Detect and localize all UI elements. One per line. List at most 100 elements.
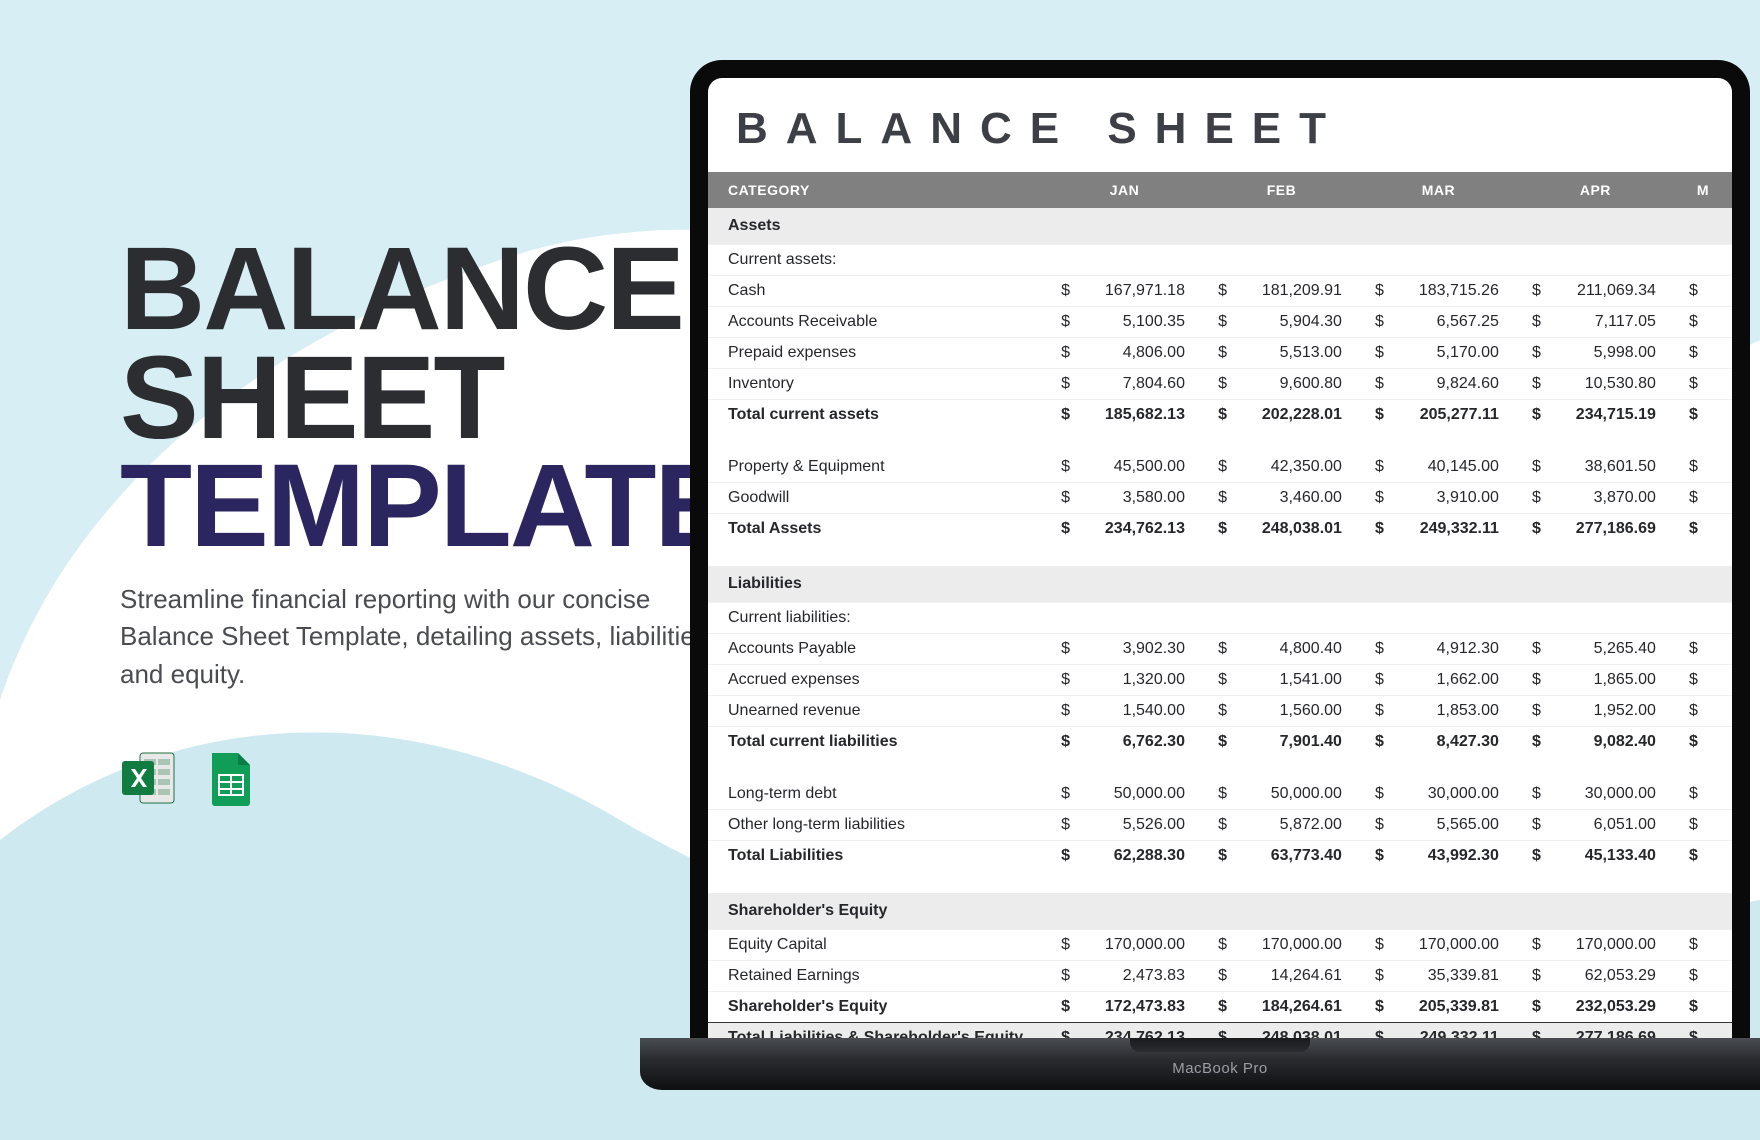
spacer-row <box>708 544 1732 566</box>
dollar-sign: $ <box>1517 779 1543 810</box>
cell-value: 9,600.80 <box>1229 369 1360 400</box>
cell-value <box>1700 779 1732 810</box>
dollar-sign: $ <box>1046 696 1072 727</box>
cell-value: 63,773.40 <box>1229 841 1360 872</box>
cell-value: 5,904.30 <box>1229 307 1360 338</box>
cell-value <box>1700 810 1732 841</box>
cell-value: 2,473.83 <box>1072 961 1203 992</box>
cell-value: 5,265.40 <box>1543 634 1674 665</box>
cell-value: 50,000.00 <box>1229 779 1360 810</box>
table-row: Retained Earnings$2,473.83$14,264.61$35,… <box>708 961 1732 992</box>
dollar-sign: $ <box>1046 400 1072 431</box>
section-row: Shareholder's Equity <box>708 893 1732 930</box>
dollar-sign: $ <box>1046 992 1072 1023</box>
table-row: Goodwill$3,580.00$3,460.00$3,910.00$3,87… <box>708 483 1732 514</box>
cell-value <box>1700 696 1732 727</box>
dollar-sign: $ <box>1517 727 1543 758</box>
cell-value: 50,000.00 <box>1072 779 1203 810</box>
table-row: Total Liabilities$62,288.30$63,773.40$43… <box>708 841 1732 872</box>
dollar-sign: $ <box>1046 483 1072 514</box>
dollar-sign: $ <box>1674 483 1700 514</box>
cell-value: 205,277.11 <box>1386 400 1517 431</box>
dollar-sign: $ <box>1360 779 1386 810</box>
dollar-sign: $ <box>1046 634 1072 665</box>
cell-value: 205,339.81 <box>1386 992 1517 1023</box>
cell-value <box>1700 930 1732 961</box>
dollar-sign: $ <box>1674 369 1700 400</box>
sheet-title: BALANCE SHEET <box>708 78 1732 172</box>
cell-value <box>1700 338 1732 369</box>
table-row: Prepaid expenses$4,806.00$5,513.00$5,170… <box>708 338 1732 369</box>
cell-value: 3,910.00 <box>1386 483 1517 514</box>
section-row: Assets <box>708 208 1732 245</box>
table-row: Unearned revenue$1,540.00$1,560.00$1,853… <box>708 696 1732 727</box>
dollar-sign: $ <box>1517 369 1543 400</box>
cell-value <box>1700 1023 1732 1039</box>
cell-value: 6,567.25 <box>1386 307 1517 338</box>
table-row: Cash$167,971.18$181,209.91$183,715.26$21… <box>708 276 1732 307</box>
dollar-sign: $ <box>1203 779 1229 810</box>
table-row: Total Assets$234,762.13$248,038.01$249,3… <box>708 514 1732 545</box>
cell-value: 5,170.00 <box>1386 338 1517 369</box>
dollar-sign: $ <box>1360 665 1386 696</box>
table-row: Other long-term liabilities$5,526.00$5,8… <box>708 810 1732 841</box>
cell-value: 170,000.00 <box>1386 930 1517 961</box>
dollar-sign: $ <box>1046 961 1072 992</box>
dollar-sign: $ <box>1517 992 1543 1023</box>
cell-value: 234,715.19 <box>1543 400 1674 431</box>
cell-value <box>1700 276 1732 307</box>
cell-value <box>1700 634 1732 665</box>
dollar-sign: $ <box>1360 514 1386 545</box>
dollar-sign: $ <box>1674 961 1700 992</box>
dollar-sign: $ <box>1517 930 1543 961</box>
dollar-sign: $ <box>1203 634 1229 665</box>
table-row: Shareholder's Equity$172,473.83$184,264.… <box>708 992 1732 1023</box>
cell-value: 6,762.30 <box>1072 727 1203 758</box>
google-sheets-icon <box>202 749 260 807</box>
spacer-row <box>708 430 1732 452</box>
cell-value: 170,000.00 <box>1072 930 1203 961</box>
col-category: CATEGORY <box>708 172 1046 208</box>
cell-value: 14,264.61 <box>1229 961 1360 992</box>
dollar-sign: $ <box>1517 1023 1543 1039</box>
cell-value: 248,038.01 <box>1229 514 1360 545</box>
cell-value <box>1700 841 1732 872</box>
cell-value: 232,053.29 <box>1543 992 1674 1023</box>
cell-value: 5,998.00 <box>1543 338 1674 369</box>
cell-value: 234,762.13 <box>1072 1023 1203 1039</box>
dollar-sign: $ <box>1517 634 1543 665</box>
cell-value: 248,038.01 <box>1229 1023 1360 1039</box>
cell-value: 45,500.00 <box>1072 452 1203 483</box>
table-header-row: CATEGORY JAN FEB MAR APR M <box>708 172 1732 208</box>
cell-value: 38,601.50 <box>1543 452 1674 483</box>
cell-value <box>1700 665 1732 696</box>
col-mar: MAR <box>1360 172 1517 208</box>
spacer-row <box>708 757 1732 779</box>
cell-value: 10,530.80 <box>1543 369 1674 400</box>
laptop-screen: BALANCE SHEET CATEGORY JAN FEB MAR APR M… <box>708 78 1732 1038</box>
dollar-sign: $ <box>1046 841 1072 872</box>
dollar-sign: $ <box>1674 452 1700 483</box>
cell-value: 277,186.69 <box>1543 1023 1674 1039</box>
laptop-mockup: BALANCE SHEET CATEGORY JAN FEB MAR APR M… <box>640 60 1760 1140</box>
dollar-sign: $ <box>1674 727 1700 758</box>
dollar-sign: $ <box>1674 634 1700 665</box>
cell-value: 202,228.01 <box>1229 400 1360 431</box>
dollar-sign: $ <box>1046 276 1072 307</box>
dollar-sign: $ <box>1203 338 1229 369</box>
dollar-sign: $ <box>1046 307 1072 338</box>
cell-value: 3,870.00 <box>1543 483 1674 514</box>
dollar-sign: $ <box>1517 841 1543 872</box>
cell-value: 42,350.00 <box>1229 452 1360 483</box>
table-row: Property & Equipment$45,500.00$42,350.00… <box>708 452 1732 483</box>
col-apr: APR <box>1517 172 1674 208</box>
cell-value: 7,901.40 <box>1229 727 1360 758</box>
dollar-sign: $ <box>1360 841 1386 872</box>
table-row: Current liabilities: <box>708 603 1732 634</box>
dollar-sign: $ <box>1203 961 1229 992</box>
table-row: Accounts Payable$3,902.30$4,800.40$4,912… <box>708 634 1732 665</box>
cell-value: 7,804.60 <box>1072 369 1203 400</box>
col-feb: FEB <box>1203 172 1360 208</box>
cell-value: 3,580.00 <box>1072 483 1203 514</box>
dollar-sign: $ <box>1674 930 1700 961</box>
